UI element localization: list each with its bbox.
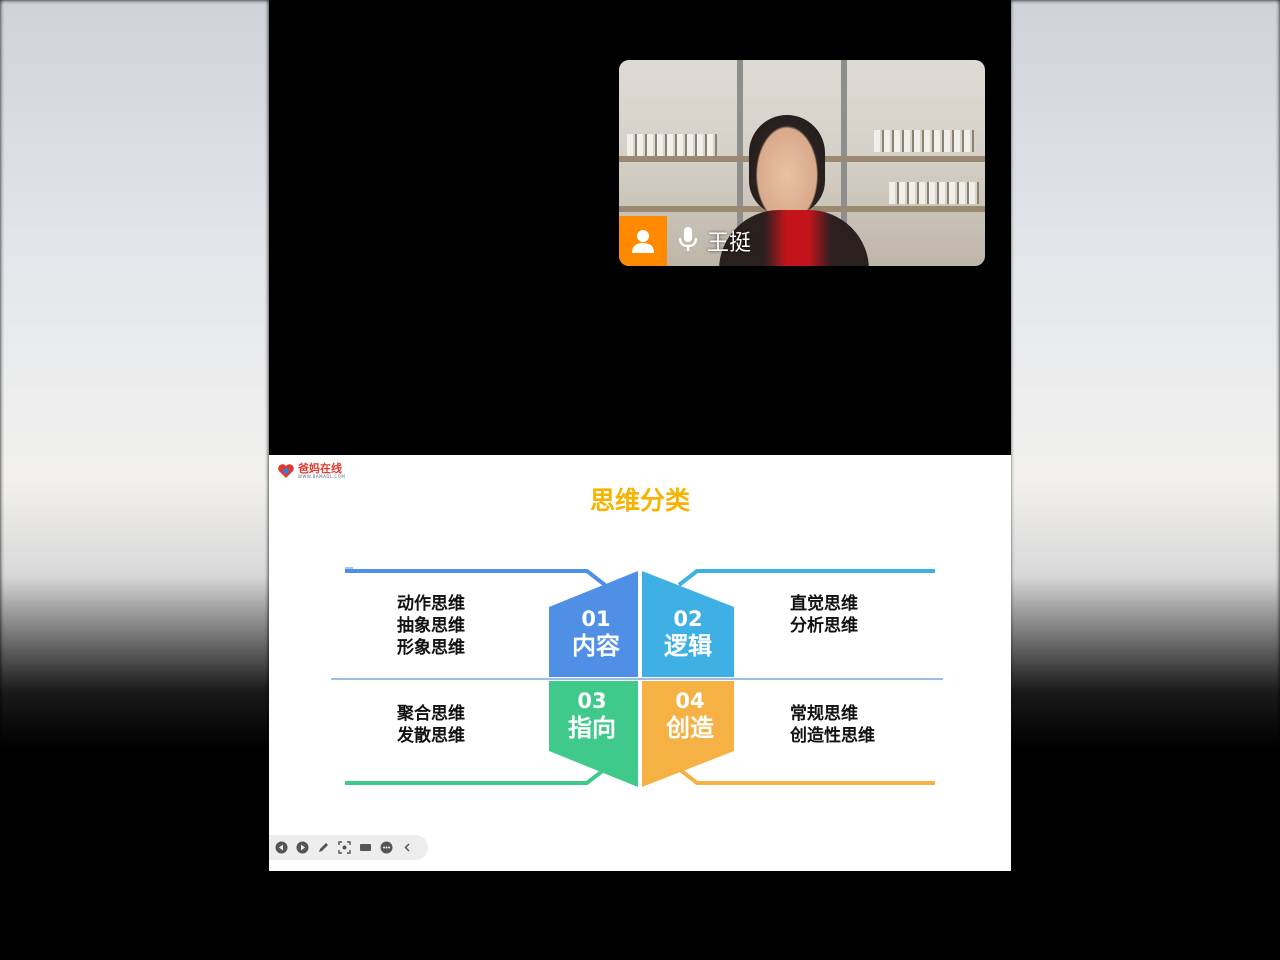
quadrant-number: 04	[675, 689, 705, 713]
participant-name: 王挺	[707, 231, 752, 256]
quadrant-number: 03	[577, 689, 607, 713]
more-icon[interactable]	[380, 841, 393, 854]
quadrant-04: 04 创造	[645, 689, 735, 743]
blurred-background-left	[0, 0, 269, 960]
quadrant-02: 02 逻辑	[643, 607, 733, 661]
quadrant-label: 创造	[666, 714, 714, 742]
connector-top-right	[677, 569, 935, 587]
books	[889, 182, 979, 204]
presentation-slide: 爸妈在线 WWW.BAMADL.COM 思维分类 01 内容 02 逻辑 03 …	[269, 455, 1011, 871]
creative-thinking-list: 常规思维 创造性思维	[790, 703, 875, 747]
logic-thinking-list: 直觉思维 分析思维	[790, 593, 858, 637]
list-item: 创造性思维	[790, 726, 875, 746]
list-item: 动作思维	[397, 594, 465, 614]
connector-top-left	[345, 569, 607, 587]
next-icon[interactable]	[296, 841, 309, 854]
content-thinking-list: 动作思维 抽象思维 形象思维	[397, 593, 465, 659]
list-item: 抽象思维	[397, 616, 465, 636]
list-item: 分析思维	[790, 616, 858, 636]
participant-info-bar: 王挺	[619, 216, 985, 266]
participant-video-tile[interactable]: 王挺	[619, 60, 985, 266]
books	[627, 134, 717, 156]
list-item: 直觉思维	[790, 594, 858, 614]
slide-toolbar	[269, 835, 428, 860]
quadrant-label: 指向	[568, 714, 616, 742]
quadrant-03: 03 指向	[547, 689, 637, 743]
prev-icon[interactable]	[275, 841, 288, 854]
participant-face	[749, 115, 825, 215]
direction-thinking-list: 聚合思维 发散思维	[397, 703, 465, 747]
connector-bottom-right	[677, 767, 935, 785]
pen-icon[interactable]	[317, 841, 330, 854]
microphone-icon[interactable]	[677, 225, 699, 257]
list-item: 发散思维	[397, 726, 465, 746]
quadrant-01: 01 内容	[551, 607, 641, 661]
list-item: 聚合思维	[397, 704, 465, 724]
screenshot-icon[interactable]	[338, 841, 351, 854]
list-item: 常规思维	[790, 704, 858, 724]
books	[874, 130, 974, 152]
connector-bottom-left	[345, 767, 607, 785]
list-item: 形象思维	[397, 638, 465, 658]
thinking-classification-diagram	[331, 567, 943, 787]
quadrant-label: 内容	[572, 632, 620, 660]
collapse-icon[interactable]	[401, 841, 414, 854]
quadrant-number: 01	[581, 607, 611, 631]
quadrant-number: 02	[673, 607, 703, 631]
blurred-background-right	[1010, 0, 1280, 960]
quadrant-label: 逻辑	[664, 632, 712, 660]
person-icon[interactable]	[619, 216, 667, 266]
meeting-stage: 王挺 爸妈在线 WWW.BAMADL.COM 思维分类 01 内容 02 逻辑 …	[269, 0, 1011, 960]
screen-icon[interactable]	[359, 841, 372, 854]
